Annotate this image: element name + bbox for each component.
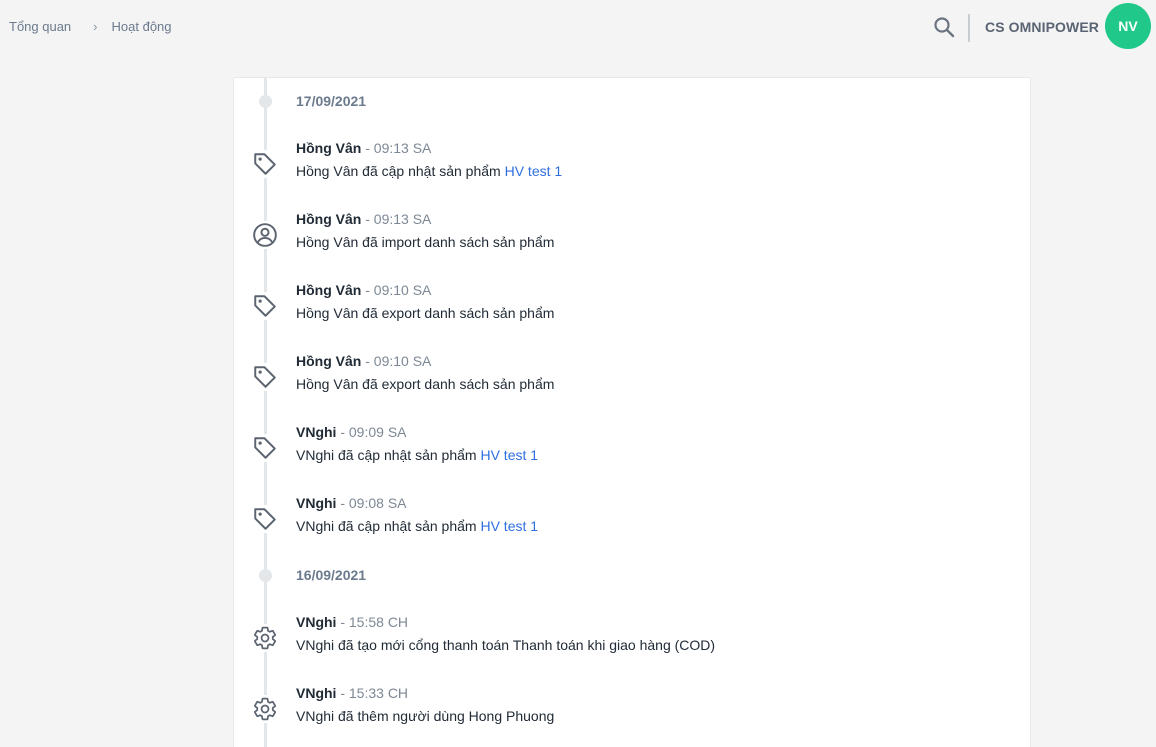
tag-icon (251, 292, 279, 320)
activity-description: Hồng Vân đã export danh sách sản phẩm (296, 305, 554, 321)
activity-time: - 09:10 SA (361, 353, 432, 369)
activity-card: 17/09/2021 Hồng Vân - 09:13 SA Hồng Vân … (233, 77, 1031, 747)
activity-item: Hồng Vân - 09:10 SA Hồng Vân đã export d… (234, 353, 1030, 403)
activity-text: Hồng Vân đã export danh sách sản phẩm (296, 376, 555, 392)
activity-user: Hồng Vân (296, 282, 362, 298)
breadcrumb-home-link[interactable]: Tổng quan (9, 19, 71, 34)
product-link[interactable]: HV test 1 (505, 163, 563, 179)
search-icon[interactable] (932, 15, 956, 39)
store-name[interactable]: CS OMNIPOWER (985, 19, 1099, 35)
activity-time: - 09:13 SA (361, 211, 432, 227)
activity-user: Hồng Vân (296, 211, 362, 227)
activity-header: VNghi - 09:09 SA (296, 424, 407, 440)
activity-user: Hồng Vân (296, 140, 362, 156)
activity-description: VNghi đã thêm người dùng Hong Phuong (296, 708, 554, 724)
activity-header: VNghi - 09:08 SA (296, 495, 407, 511)
activity-header: VNghi - 15:58 CH (296, 614, 408, 630)
activity-item: VNghi - 09:09 SA VNghi đã cập nhật sản p… (234, 424, 1030, 474)
activity-time: - 09:08 SA (336, 495, 407, 511)
tag-icon (251, 505, 279, 533)
date-label: 17/09/2021 (296, 93, 367, 109)
activity-description: VNghi đã cập nhật sản phẩm HV test 1 (296, 518, 538, 534)
activity-time: - 09:10 SA (361, 282, 432, 298)
top-bar: Tổng quan › Hoạt động CS OMNIPOWER NV (0, 0, 1156, 54)
timeline-dot (259, 569, 272, 582)
activity-item: VNghi - 09:08 SA VNghi đã cập nhật sản p… (234, 495, 1030, 545)
activity-user: VNghi (296, 614, 337, 630)
activity-time: - 15:33 CH (336, 685, 409, 701)
user-circle-icon (251, 221, 279, 249)
activity-time: - 09:13 SA (361, 140, 432, 156)
activity-header: Hồng Vân - 09:10 SA (296, 353, 431, 369)
activity-item: Hồng Vân - 09:10 SA Hồng Vân đã export d… (234, 282, 1030, 332)
activity-time: - 09:09 SA (336, 424, 407, 440)
activity-item: Hồng Vân - 09:13 SA Hồng Vân đã cập nhật… (234, 140, 1030, 190)
breadcrumb: Tổng quan › Hoạt động (9, 19, 172, 34)
header-divider (968, 14, 970, 42)
activity-header: Hồng Vân - 09:13 SA (296, 211, 431, 227)
date-group-header: 16/09/2021 (234, 565, 1030, 585)
tag-icon (251, 150, 279, 178)
activity-user: VNghi (296, 685, 337, 701)
activity-text: Hồng Vân đã import danh sách sản phẩm (296, 234, 555, 250)
activity-item: VNghi - 15:33 CH VNghi đã thêm người dùn… (234, 685, 1030, 735)
activity-description: Hồng Vân đã export danh sách sản phẩm (296, 376, 554, 392)
date-label: 16/09/2021 (296, 567, 367, 583)
activity-text: VNghi đã cập nhật sản phẩm (296, 518, 481, 534)
activity-header: Hồng Vân - 09:10 SA (296, 282, 431, 298)
activity-text: VNghi đã cập nhật sản phẩm (296, 447, 481, 463)
product-link[interactable]: HV test 1 (480, 518, 538, 534)
activity-item: VNghi - 15:58 CH VNghi đã tạo mới cổng t… (234, 614, 1030, 664)
activity-description: VNghi đã tạo mới cổng thanh toán Thanh t… (296, 637, 715, 653)
activity-time: - 15:58 CH (336, 614, 409, 630)
tag-icon (251, 363, 279, 391)
breadcrumb-chevron-icon: › (93, 19, 98, 34)
activity-description: Hồng Vân đã cập nhật sản phẩm HV test 1 (296, 163, 562, 179)
breadcrumb-current: Hoạt động (111, 19, 172, 34)
gear-icon (251, 695, 279, 723)
activity-item: Hồng Vân - 09:13 SA Hồng Vân đã import d… (234, 211, 1030, 261)
activity-header: Hồng Vân - 09:13 SA (296, 140, 431, 156)
activity-header: VNghi - 15:33 CH (296, 685, 408, 701)
activity-description: VNghi đã cập nhật sản phẩm HV test 1 (296, 447, 538, 463)
date-group-header: 17/09/2021 (234, 91, 1030, 111)
activity-description: Hồng Vân đã import danh sách sản phẩm (296, 234, 554, 250)
activity-text: VNghi đã thêm người dùng Hong Phuong (296, 708, 555, 724)
avatar[interactable]: NV (1105, 3, 1151, 49)
activity-user: VNghi (296, 495, 337, 511)
product-link[interactable]: HV test 1 (480, 447, 538, 463)
timeline-dot (259, 95, 272, 108)
activity-text: Hồng Vân đã export danh sách sản phẩm (296, 305, 555, 321)
activity-text: Hồng Vân đã cập nhật sản phẩm (296, 163, 505, 179)
gear-icon (251, 624, 279, 652)
activity-user: Hồng Vân (296, 353, 362, 369)
tag-icon (251, 434, 279, 462)
activity-user: VNghi (296, 424, 337, 440)
activity-text: VNghi đã tạo mới cổng thanh toán Thanh t… (296, 637, 716, 653)
